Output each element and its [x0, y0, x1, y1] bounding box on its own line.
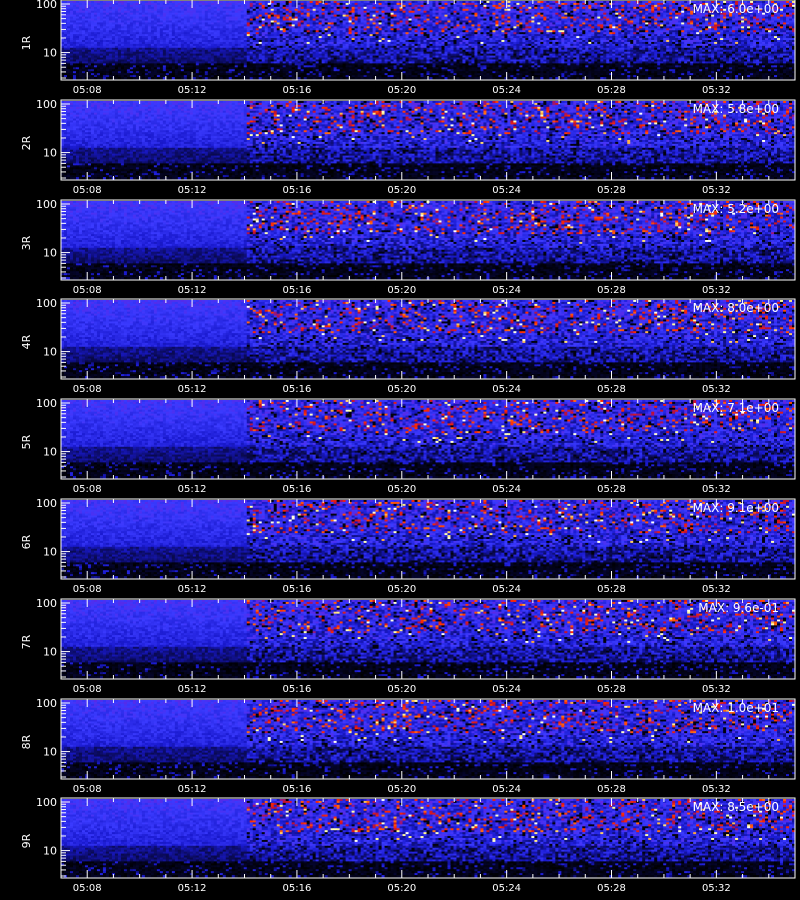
heatmap-cells: [61, 1, 795, 79]
panel-1R: 101001R05:08 05:12 05:16 05:20 05:24 05:28 05:…: [20, 0, 795, 96]
spectrogram-panels: 101001R05:08 05:12 05:16 05:20 05:24 05:28 05:…: [0, 0, 800, 900]
spectrogram-figure: 10 100 1R 05:08 05:12 05:16 05:20 05:24 05:28 05:…: [0, 0, 800, 900]
